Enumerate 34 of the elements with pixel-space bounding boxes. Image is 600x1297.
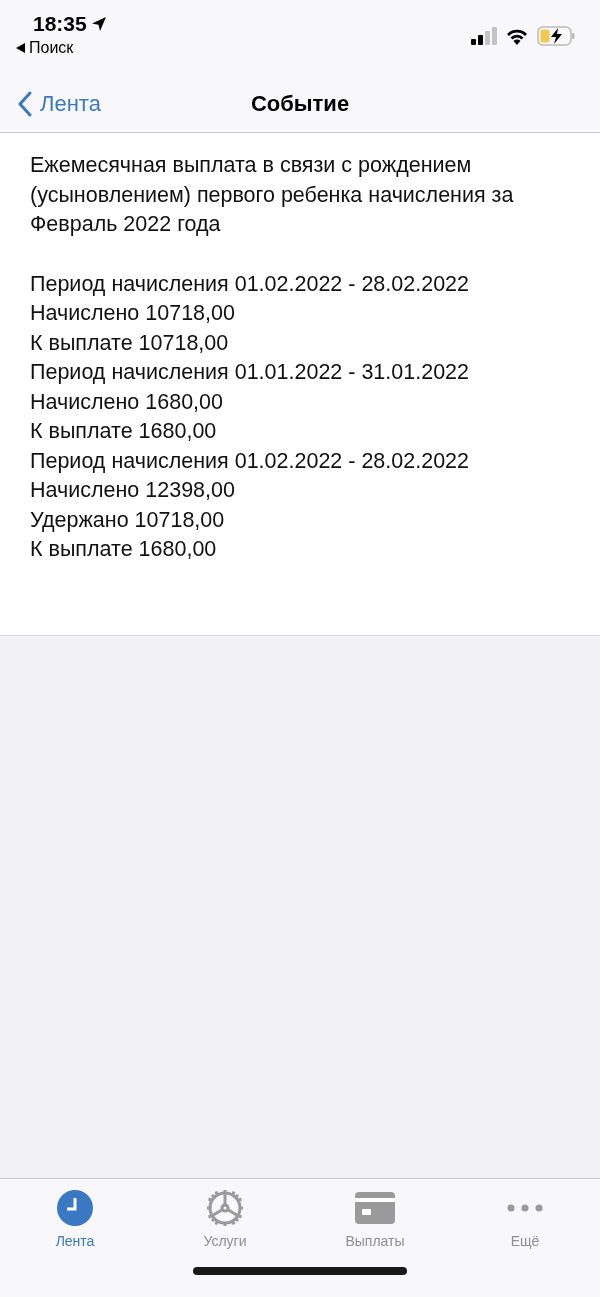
- detail-line: К выплате 10718,00: [30, 329, 230, 357]
- tab-item[interactable]: Ещё: [450, 1179, 600, 1263]
- tab-item[interactable]: Выплаты: [300, 1179, 450, 1263]
- more-icon: [507, 1204, 543, 1212]
- back-to-app-link[interactable]: Поиск: [16, 39, 107, 57]
- clock-icon: [56, 1189, 94, 1227]
- detail-line: Начислено 12398,00: [30, 477, 236, 504]
- back-button[interactable]: Лента: [18, 90, 101, 117]
- tab-item[interactable]: Услуги: [150, 1179, 300, 1263]
- event-heading: Ежемесячная выплата в связи с рождением (усыновлением) первого ребенка начисления за Февраль 2022 года: [30, 152, 515, 238]
- tab-label: Ещё: [510, 1233, 540, 1249]
- tab-label: Лента: [55, 1233, 95, 1249]
- detail-line: Начислено 1680,00: [30, 388, 224, 416]
- location-arrow-icon: [90, 16, 107, 32]
- chevron-left-icon: [18, 90, 32, 117]
- tab-item[interactable]: Лента: [0, 1179, 150, 1263]
- tab-label: Выплаты: [345, 1233, 405, 1249]
- screen-title: Событие: [250, 90, 350, 117]
- battery-charging-icon: [537, 25, 575, 46]
- detail-line: Период начисления 01.02.2022 - 28.02.2022: [30, 447, 471, 475]
- signal-icon: [471, 26, 497, 45]
- detail-line: Период начисления 01.01.2022 - 31.01.2022: [30, 359, 471, 386]
- gear-icon: [205, 1188, 245, 1228]
- back-label: Лента: [40, 90, 101, 117]
- detail-line: Период начисления 01.02.2022 - 28.02.2022: [30, 270, 471, 298]
- back-triangle-icon: [16, 43, 25, 53]
- card-icon: [355, 1192, 395, 1224]
- status-time: 18:35: [33, 12, 87, 36]
- tab-label: Услуги: [203, 1233, 247, 1249]
- detail-line: К выплате 1680,00: [30, 418, 218, 445]
- back-app-label: Поиск: [29, 39, 74, 57]
- detail-line: Начислено 10718,00: [30, 300, 236, 327]
- detail-line: Удержано 10718,00: [30, 506, 226, 534]
- detail-line: К выплате 1680,00: [30, 536, 218, 563]
